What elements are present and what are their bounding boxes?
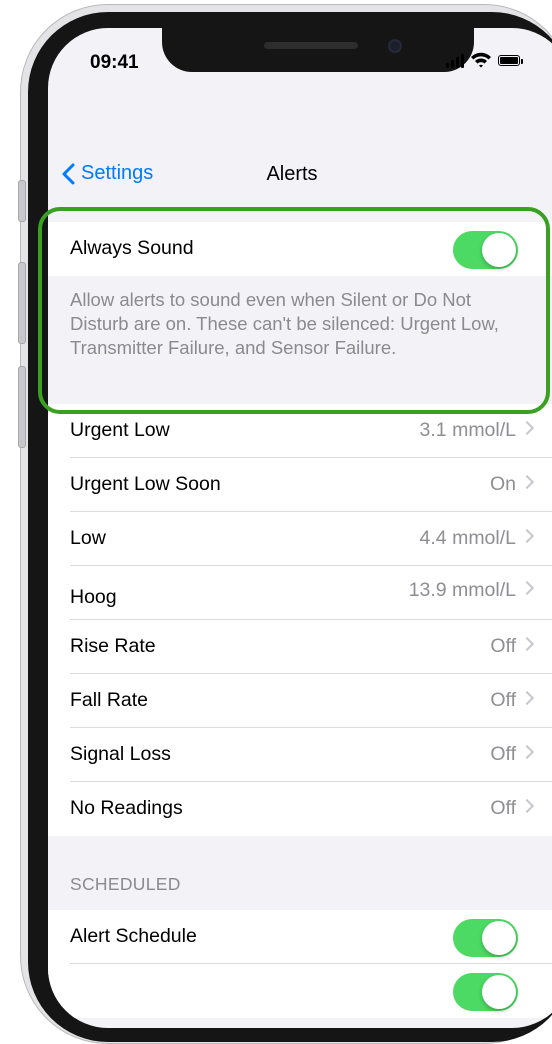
mute-switch [18,180,26,222]
volume-down-button [18,366,26,448]
alert-label: Low [70,527,106,549]
alert-row-urgent-low-soon[interactable]: Urgent Low Soon On [48,458,552,512]
secondary-toggle[interactable] [453,973,518,1011]
chevron-right-icon [519,528,535,544]
always-sound-toggle[interactable] [453,231,518,269]
alert-row-no-readings[interactable]: No Readings Off [48,782,552,836]
alert-label: No Readings [70,797,183,819]
alerts-list: Urgent Low 3.1 mmol/L Urgent Low Soon On… [48,404,552,836]
alert-schedule-label: Alert Schedule [70,925,197,947]
always-sound-row: Always Sound [48,222,552,276]
always-sound-group: Always Sound [48,222,552,276]
toggle-knob [482,921,516,955]
alert-value: 3.1 mmol/L [419,419,516,441]
page-title: Alerts [266,163,318,185]
alert-value: 13.9 mmol/L [408,579,516,601]
toggle-knob [482,975,516,1009]
chevron-right-icon [519,798,535,814]
status-time: 09:41 [90,52,139,73]
chevron-right-icon [519,636,535,652]
alert-label: Signal Loss [70,743,171,765]
alert-row-high[interactable]: Hoog 13.9 mmol/L [48,566,552,620]
alert-value: Off [490,689,516,711]
alert-label: Fall Rate [70,689,149,711]
alert-value: Off [490,743,516,765]
alert-row-rise-rate[interactable]: Rise Rate Off [48,620,552,674]
always-sound-label: Always Sound [70,237,194,259]
next-schedule-row [48,964,552,1018]
battery-tip [521,59,523,64]
scheduled-section-header: SCHEDULED [70,874,181,894]
alert-value: 4.4 mmol/L [419,527,516,549]
chevron-right-icon [519,420,535,436]
toggle-knob [482,233,516,267]
alert-row-urgent-low[interactable]: Urgent Low 3.1 mmol/L [48,404,552,458]
phone-screen: 09:41 Settings Alerts Always Sound Allow… [48,28,552,1028]
scheduled-group: Alert Schedule [48,910,552,1018]
alert-row-signal-loss[interactable]: Signal Loss Off [48,728,552,782]
alert-label: Urgent Low [70,419,170,441]
alert-schedule-toggle[interactable] [453,919,518,957]
chevron-right-icon [519,690,535,706]
speaker [264,42,358,49]
alert-row-low[interactable]: Low 4.4 mmol/L [48,512,552,566]
alert-label: Rise Rate [70,635,156,657]
alert-row-fall-rate[interactable]: Fall Rate Off [48,674,552,728]
chevron-right-icon [519,744,535,760]
wifi-icon [470,51,492,73]
alert-label: Urgent Low Soon [70,473,221,495]
alert-value: Off [490,635,516,657]
chevron-right-icon [519,580,535,596]
alert-schedule-row: Alert Schedule [48,910,552,964]
alert-value: Off [490,797,516,819]
alert-value: On [489,473,516,495]
volume-up-button [18,262,26,344]
alert-label: Hoog [70,586,117,608]
always-sound-description: Allow alerts to sound even when Silent o… [70,289,499,358]
navigation-bar: Settings Alerts [48,152,552,196]
notch [162,28,474,72]
battery-icon [498,55,520,66]
camera [388,39,402,53]
chevron-right-icon [519,474,535,490]
